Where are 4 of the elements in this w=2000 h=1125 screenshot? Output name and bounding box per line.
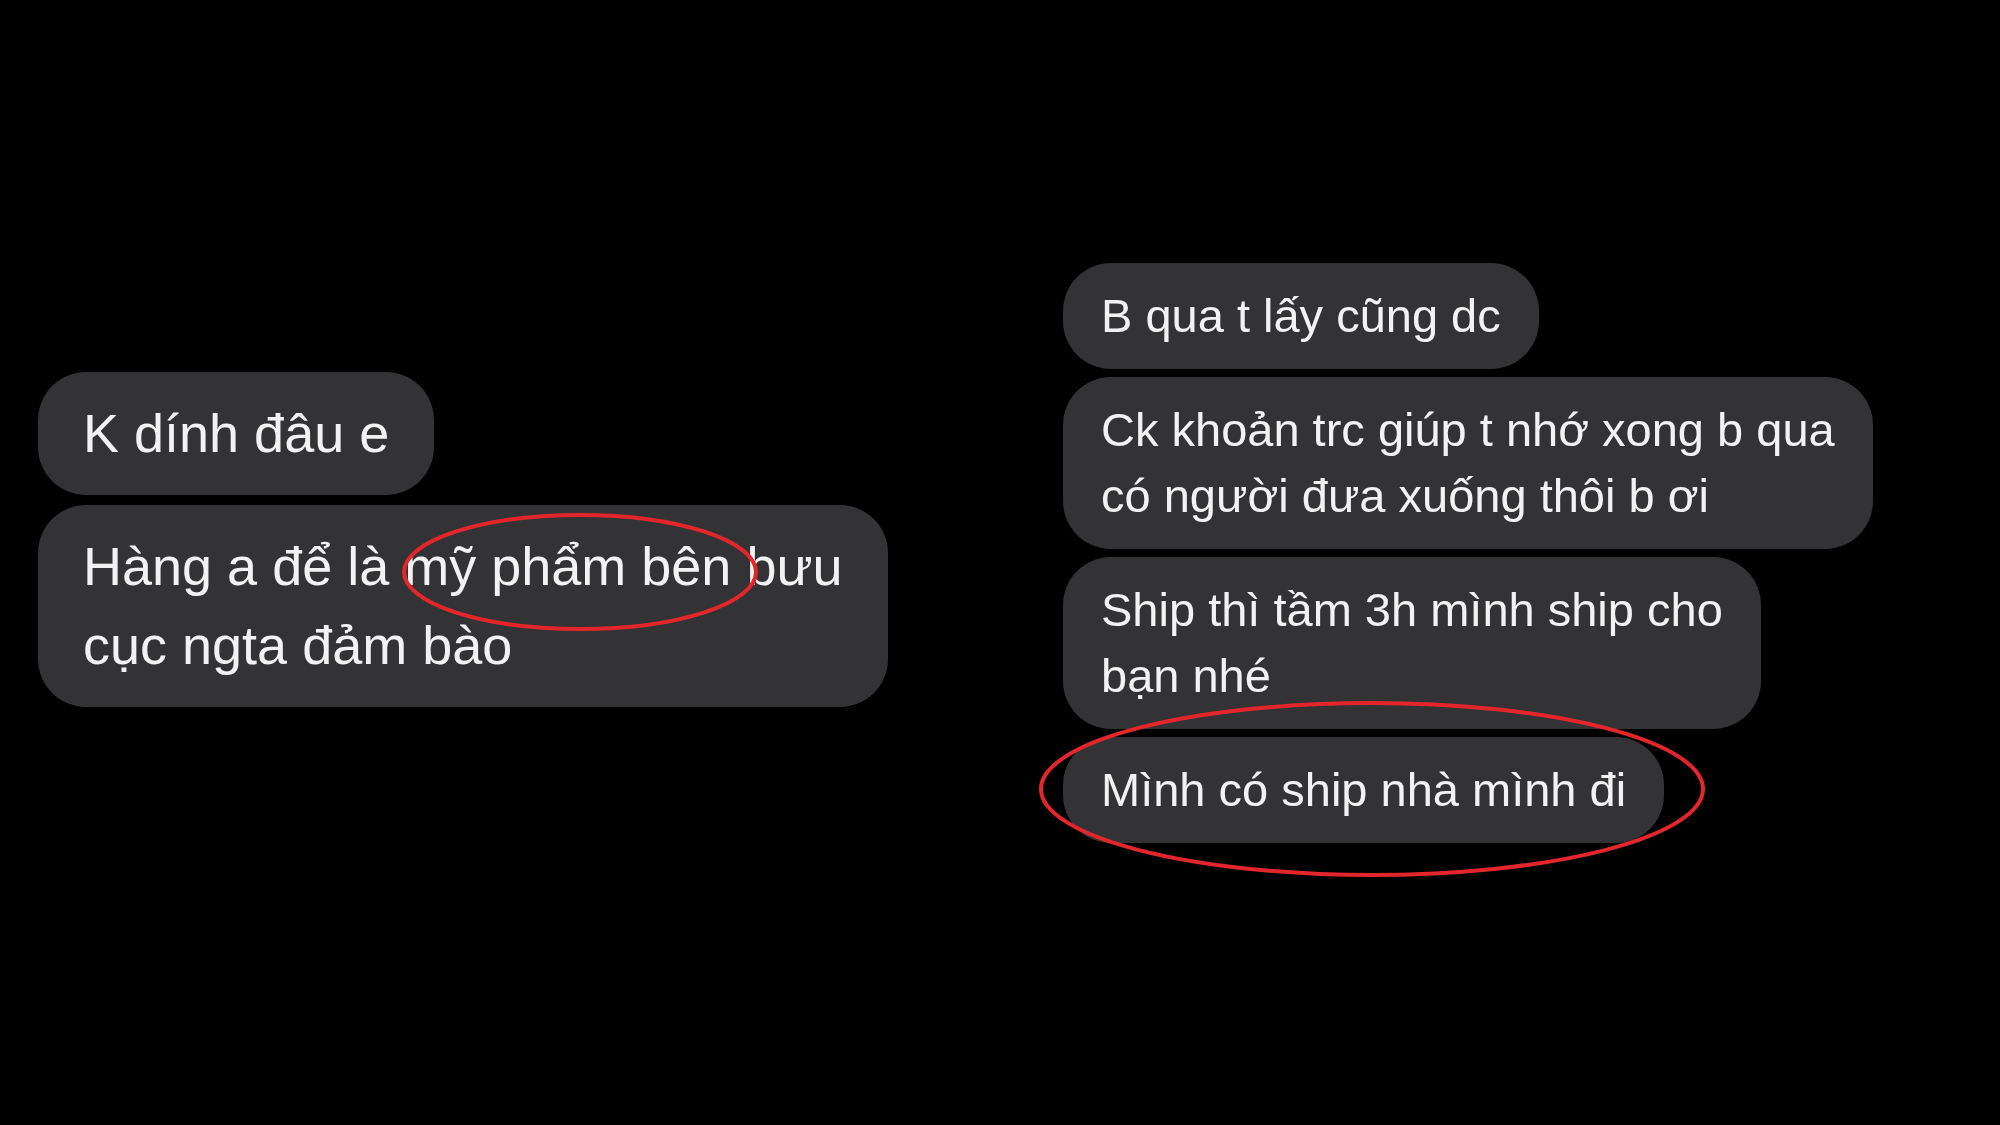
message-bubble: Ship thì tầm 3h mình ship cho bạn nhé xyxy=(1063,557,1761,729)
message-bubble: K dính đâu e xyxy=(38,372,435,495)
message-bubble: B qua t lấy cũng dc xyxy=(1063,263,1539,369)
message-bubble: Ck khoản trc giúp t nhớ xong b qua có người đưa xuống thôi b ơi xyxy=(1063,377,1873,549)
